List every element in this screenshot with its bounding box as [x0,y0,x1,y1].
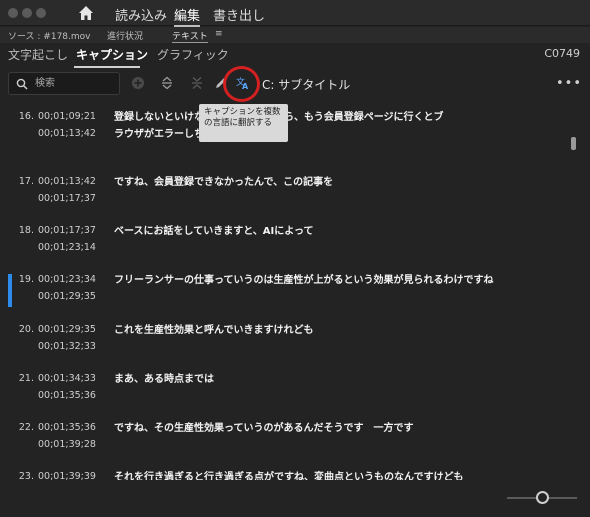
caption-out-time[interactable]: 00;01;39;28 [38,439,96,450]
caption-text[interactable]: ですね、会員登録できなかったんで、この記事を [114,174,524,191]
close-window-button[interactable] [8,8,18,18]
split-caption-icon[interactable] [160,76,174,90]
caption-row[interactable]: 17. 00;01;13;42 00;01;17;37 ですね、会員登録できなか… [0,174,570,222]
caption-out-time[interactable]: 00;01;32;33 [38,341,96,352]
caption-text[interactable]: それを行き過ぎると行き過ぎる点がですね、変曲点というものなんですけども [114,469,524,480]
merge-captions-icon[interactable] [190,76,204,90]
bottom-bar [0,480,590,517]
caption-in-time[interactable]: 00;01;29;35 [38,324,96,335]
selected-row-marker [8,274,12,307]
caption-text[interactable]: これを生産性効果と呼んでいきますけれども [114,322,524,339]
tab-transcript[interactable]: 文字起こし [8,46,68,63]
title-bar: 読み込み 編集 書き出し [0,0,590,27]
caption-number: 18. [18,225,34,236]
clip-code: C0749 [544,47,580,60]
search-icon [16,78,28,90]
subtitle-track-label[interactable]: C: サブタイトル [262,76,350,93]
caption-in-time[interactable]: 00;01;17;37 [38,225,96,236]
caption-list: 16. 00;01;09;21 00;01;13;42 登録しないといけないのか… [0,100,590,480]
caption-text[interactable]: フリーランサーの仕事っていうのは生産性が上がるという効果が見られるわけですね [114,272,524,289]
search-input[interactable] [35,75,115,92]
caption-in-time[interactable]: 00;01;13;42 [38,176,96,187]
caption-row[interactable]: 23. 00;01;39;39 それを行き過ぎると行き過ぎる点がですね、変曲点と… [0,469,570,480]
caption-number: 22. [18,422,34,433]
more-options-icon[interactable]: ••• [556,76,582,91]
text-tab-menu-icon[interactable]: ≡ [215,29,223,39]
menu-import[interactable]: 読み込み [115,5,167,24]
caption-number: 17. [18,176,34,187]
caption-in-time[interactable]: 00;01;23;34 [38,274,96,285]
caption-number: 21. [18,373,34,384]
caption-in-time[interactable]: 00;01;39;39 [38,471,96,480]
caption-number: 23. [18,471,34,480]
list-scrollbar[interactable] [571,137,576,150]
source-label[interactable]: ソース : #178.mov [8,29,90,42]
tab-graphics[interactable]: グラフィック [157,46,229,63]
caption-number: 20. [18,324,34,335]
translate-tooltip: キャプションを複数の言語に翻訳する [199,104,288,142]
tab-captions[interactable]: キャプション [76,46,148,63]
caption-row[interactable]: 20. 00;01;29;35 00;01;32;33 これを生産性効果と呼んで… [0,322,570,370]
sub-header: ソース : #178.mov 進行状況 テキスト ≡ [0,27,590,43]
caption-text[interactable]: ベースにお話をしていきますと、AIによって [114,223,524,240]
caption-row[interactable]: 18. 00;01;17;37 00;01;23;14 ベースにお話をしていきま… [0,223,570,271]
highlight-circle [223,66,260,102]
caption-row[interactable]: 22. 00;01;35;36 00;01;39;28 ですね、その生産性効果っ… [0,420,570,468]
active-tab-indicator [74,66,140,68]
caption-in-time[interactable]: 00;01;34;33 [38,373,96,384]
caption-out-time[interactable]: 00;01;29;35 [38,291,96,302]
caption-row[interactable]: 21. 00;01;34;33 00;01;35;36 まあ、ある時点までは [0,371,570,419]
caption-text[interactable]: まあ、ある時点までは [114,371,524,388]
caption-row-selected[interactable]: 19. 00;01;23;34 00;01;29;35 フリーランサーの仕事って… [0,272,570,320]
caption-number: 16. [18,111,34,122]
caption-number: 19. [18,274,34,285]
caption-out-time[interactable]: 00;01;23;14 [38,242,96,253]
text-tab[interactable]: テキスト [172,29,208,43]
caption-text[interactable]: ですね、その生産性効果っていうのがあるんだそうです 一方です [114,420,524,437]
search-box[interactable] [8,72,120,95]
menu-export[interactable]: 書き出し [213,5,265,24]
zoom-window-button[interactable] [36,8,46,18]
caption-out-time[interactable]: 00;01;35;36 [38,390,96,401]
panel-tabs: 文字起こし キャプション グラフィック C0749 [0,43,590,67]
minimize-window-button[interactable] [22,8,32,18]
menu-edit[interactable]: 編集 [174,5,201,27]
progress-tab[interactable]: 進行状況 [107,29,143,42]
caption-in-time[interactable]: 00;01;09;21 [38,111,96,122]
home-icon[interactable] [78,5,94,21]
caption-out-time[interactable]: 00;01;17;37 [38,193,96,204]
add-caption-icon[interactable] [131,76,145,90]
caption-toolbar: 文 A C: サブタイトル ••• [0,70,590,100]
zoom-slider-handle[interactable] [536,491,549,504]
caption-out-time[interactable]: 00;01;13;42 [38,128,96,139]
caption-in-time[interactable]: 00;01;35;36 [38,422,96,433]
